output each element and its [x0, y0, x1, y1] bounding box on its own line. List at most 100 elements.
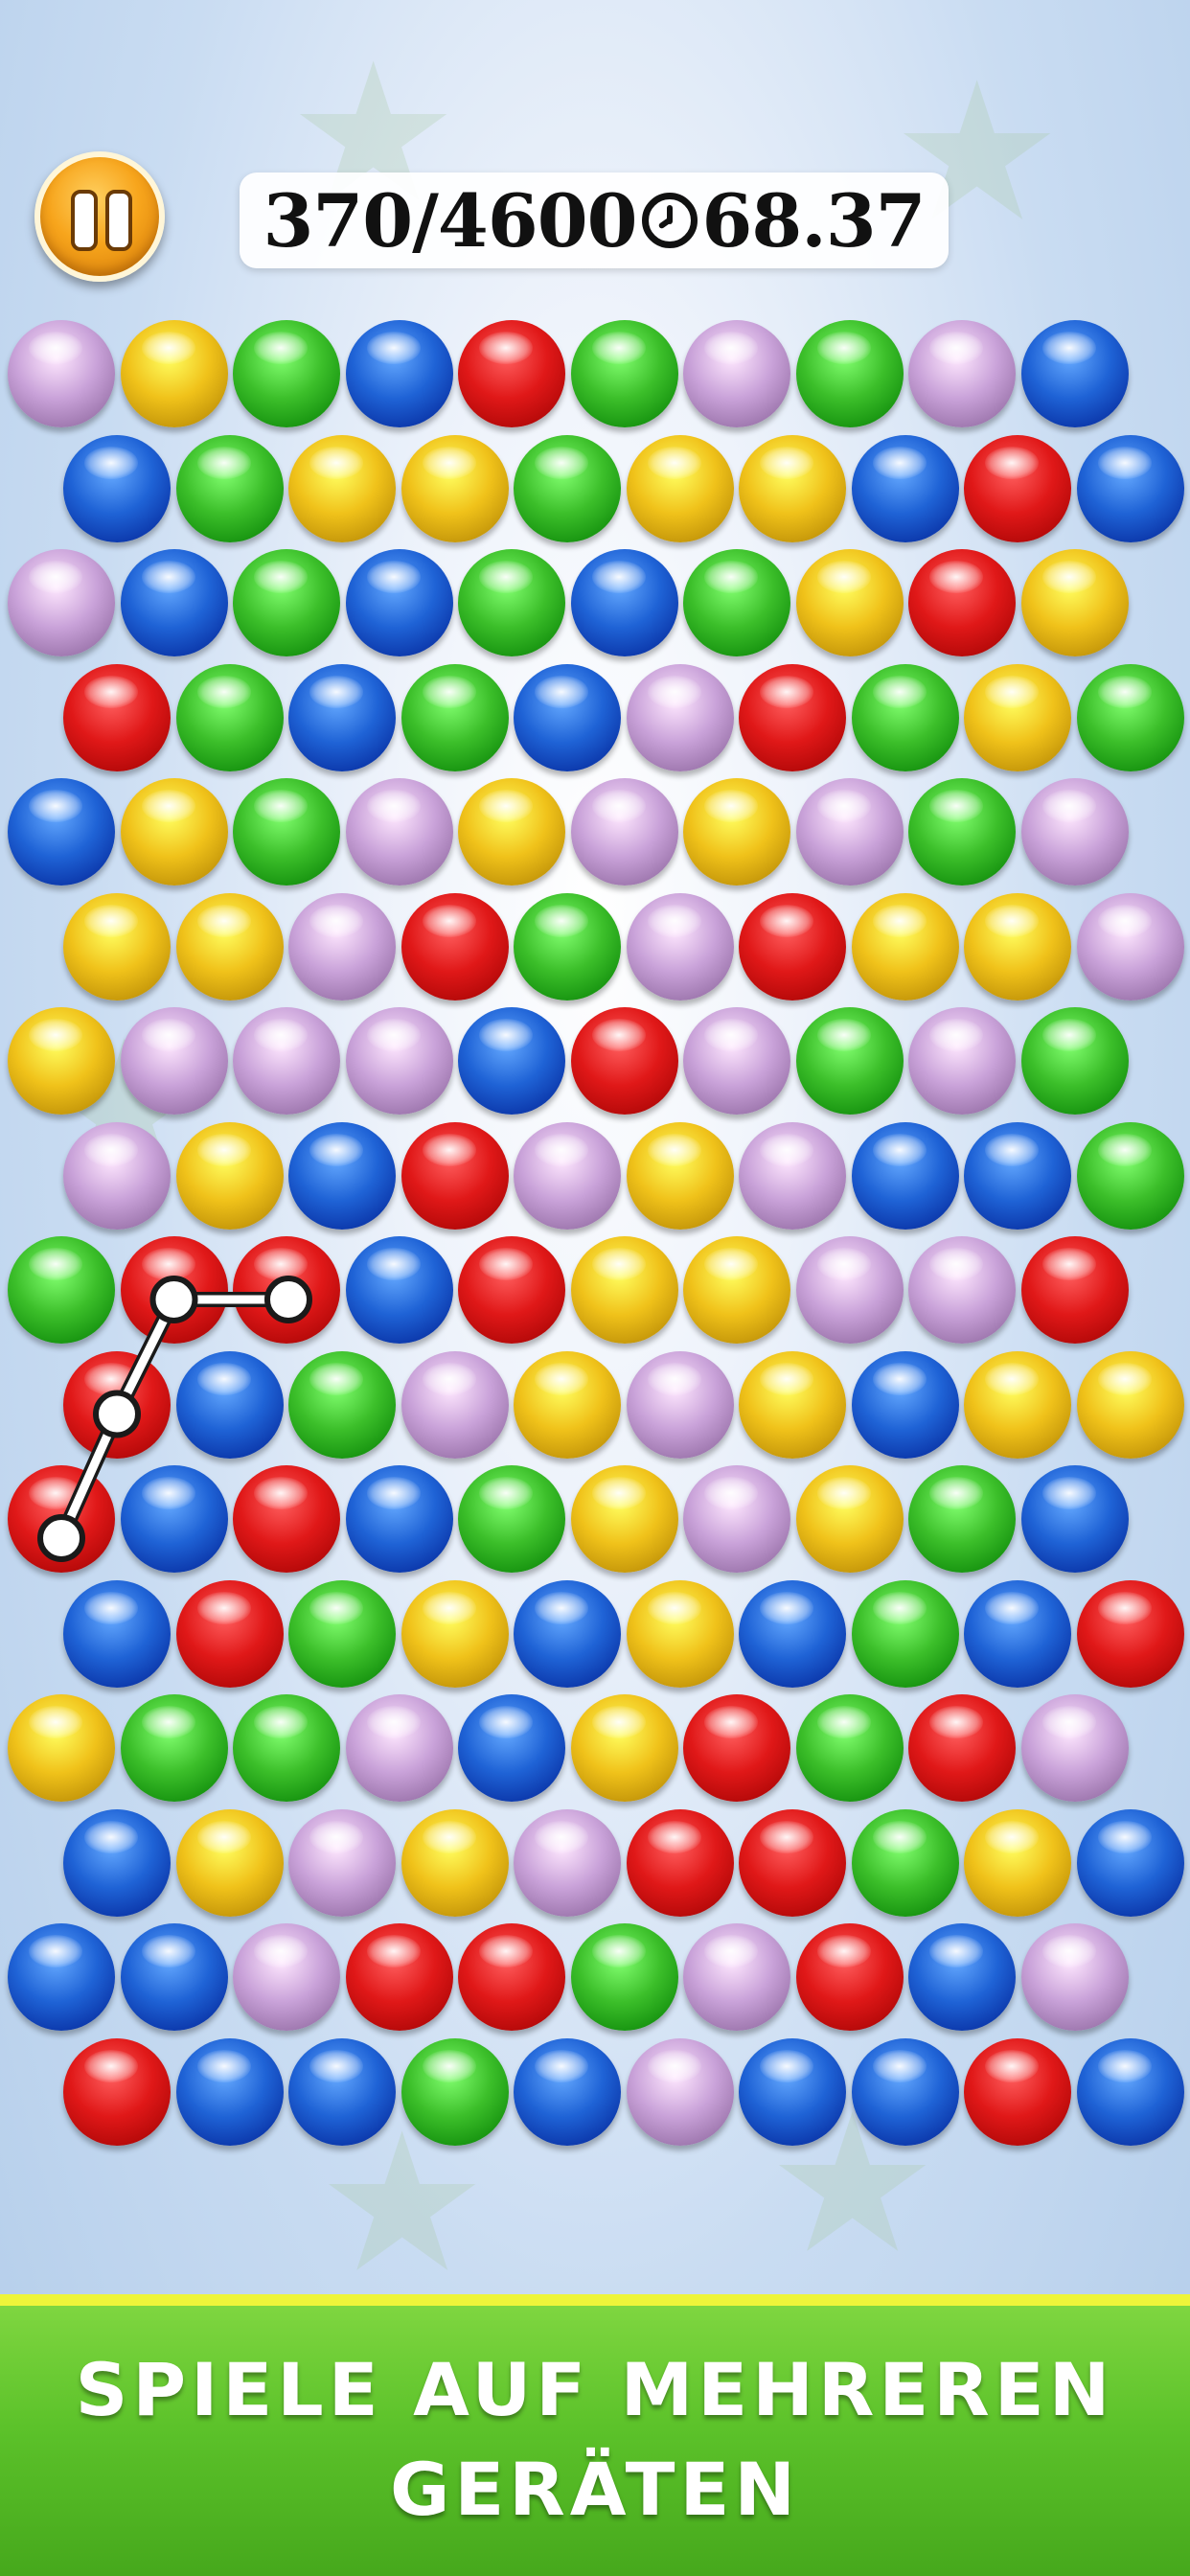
- red-bubble[interactable]: [964, 434, 1071, 542]
- red-bubble[interactable]: [964, 2037, 1071, 2146]
- blue-bubble[interactable]: [8, 778, 115, 886]
- purple-bubble[interactable]: [514, 1808, 621, 1917]
- green-bubble[interactable]: [458, 549, 565, 656]
- green-bubble[interactable]: [233, 320, 340, 427]
- blue-bubble[interactable]: [345, 320, 453, 427]
- yellow-bubble[interactable]: [514, 1350, 621, 1459]
- purple-bubble[interactable]: [570, 778, 678, 886]
- red-bubble[interactable]: [795, 1923, 904, 2031]
- red-bubble[interactable]: [400, 1121, 509, 1230]
- yellow-bubble[interactable]: [683, 778, 790, 886]
- purple-bubble[interactable]: [626, 892, 734, 1000]
- purple-bubble[interactable]: [288, 1808, 396, 1917]
- red-bubble[interactable]: [739, 892, 846, 1000]
- purple-bubble[interactable]: [683, 1007, 790, 1115]
- red-bubble[interactable]: [63, 2037, 171, 2146]
- yellow-bubble[interactable]: [570, 1465, 678, 1573]
- blue-bubble[interactable]: [175, 1350, 284, 1459]
- green-bubble[interactable]: [458, 1465, 565, 1573]
- purple-bubble[interactable]: [233, 1007, 340, 1115]
- purple-bubble[interactable]: [626, 1350, 734, 1459]
- purple-bubble[interactable]: [345, 778, 453, 886]
- red-bubble[interactable]: [458, 320, 565, 427]
- red-bubble[interactable]: [458, 1923, 565, 2031]
- purple-bubble[interactable]: [1020, 1923, 1129, 2031]
- green-bubble[interactable]: [851, 1579, 959, 1688]
- green-bubble[interactable]: [1076, 1121, 1184, 1230]
- purple-bubble[interactable]: [514, 1121, 621, 1230]
- green-bubble[interactable]: [908, 778, 1016, 886]
- yellow-bubble[interactable]: [288, 434, 396, 542]
- purple-bubble[interactable]: [1076, 892, 1184, 1000]
- purple-bubble[interactable]: [63, 1121, 171, 1230]
- yellow-bubble[interactable]: [1020, 549, 1129, 656]
- purple-bubble[interactable]: [908, 1236, 1016, 1344]
- purple-bubble[interactable]: [8, 549, 115, 656]
- red-bubble[interactable]: [570, 1007, 678, 1115]
- blue-bubble[interactable]: [288, 1121, 396, 1230]
- blue-bubble[interactable]: [288, 2037, 396, 2146]
- blue-bubble[interactable]: [964, 1579, 1071, 1688]
- purple-bubble[interactable]: [795, 1236, 904, 1344]
- blue-bubble[interactable]: [964, 1121, 1071, 1230]
- green-bubble[interactable]: [1076, 663, 1184, 771]
- purple-bubble[interactable]: [683, 1465, 790, 1573]
- green-bubble[interactable]: [233, 549, 340, 656]
- purple-bubble[interactable]: [626, 2037, 734, 2146]
- blue-bubble[interactable]: [1020, 1465, 1129, 1573]
- yellow-bubble[interactable]: [795, 1465, 904, 1573]
- green-bubble[interactable]: [795, 1007, 904, 1115]
- blue-bubble[interactable]: [851, 1121, 959, 1230]
- yellow-bubble[interactable]: [8, 1694, 115, 1802]
- yellow-bubble[interactable]: [175, 892, 284, 1000]
- green-bubble[interactable]: [233, 778, 340, 886]
- purple-bubble[interactable]: [233, 1923, 340, 2031]
- blue-bubble[interactable]: [120, 549, 228, 656]
- red-bubble[interactable]: [908, 1694, 1016, 1802]
- yellow-bubble[interactable]: [400, 1808, 509, 1917]
- blue-bubble[interactable]: [458, 1007, 565, 1115]
- red-bubble[interactable]: [63, 663, 171, 771]
- blue-bubble[interactable]: [63, 1579, 171, 1688]
- purple-bubble[interactable]: [345, 1694, 453, 1802]
- blue-bubble[interactable]: [345, 549, 453, 656]
- purple-bubble[interactable]: [288, 892, 396, 1000]
- green-bubble[interactable]: [514, 892, 621, 1000]
- blue-bubble[interactable]: [8, 1923, 115, 2031]
- blue-bubble[interactable]: [908, 1923, 1016, 2031]
- yellow-bubble[interactable]: [964, 1808, 1071, 1917]
- red-bubble[interactable]: [233, 1236, 340, 1344]
- blue-bubble[interactable]: [851, 2037, 959, 2146]
- blue-bubble[interactable]: [458, 1694, 565, 1802]
- yellow-bubble[interactable]: [63, 892, 171, 1000]
- green-bubble[interactable]: [1020, 1007, 1129, 1115]
- yellow-bubble[interactable]: [175, 1808, 284, 1917]
- red-bubble[interactable]: [63, 1350, 171, 1459]
- red-bubble[interactable]: [683, 1694, 790, 1802]
- yellow-bubble[interactable]: [795, 549, 904, 656]
- purple-bubble[interactable]: [1020, 1694, 1129, 1802]
- green-bubble[interactable]: [288, 1579, 396, 1688]
- blue-bubble[interactable]: [739, 2037, 846, 2146]
- blue-bubble[interactable]: [514, 2037, 621, 2146]
- purple-bubble[interactable]: [908, 1007, 1016, 1115]
- yellow-bubble[interactable]: [400, 1579, 509, 1688]
- blue-bubble[interactable]: [514, 1579, 621, 1688]
- blue-bubble[interactable]: [120, 1923, 228, 2031]
- red-bubble[interactable]: [458, 1236, 565, 1344]
- green-bubble[interactable]: [795, 320, 904, 427]
- purple-bubble[interactable]: [400, 1350, 509, 1459]
- yellow-bubble[interactable]: [120, 778, 228, 886]
- green-bubble[interactable]: [175, 663, 284, 771]
- red-bubble[interactable]: [8, 1465, 115, 1573]
- blue-bubble[interactable]: [1020, 320, 1129, 427]
- blue-bubble[interactable]: [345, 1465, 453, 1573]
- green-bubble[interactable]: [233, 1694, 340, 1802]
- purple-bubble[interactable]: [1020, 778, 1129, 886]
- purple-bubble[interactable]: [739, 1121, 846, 1230]
- yellow-bubble[interactable]: [175, 1121, 284, 1230]
- purple-bubble[interactable]: [683, 1923, 790, 2031]
- blue-bubble[interactable]: [1076, 2037, 1184, 2146]
- blue-bubble[interactable]: [63, 1808, 171, 1917]
- blue-bubble[interactable]: [175, 2037, 284, 2146]
